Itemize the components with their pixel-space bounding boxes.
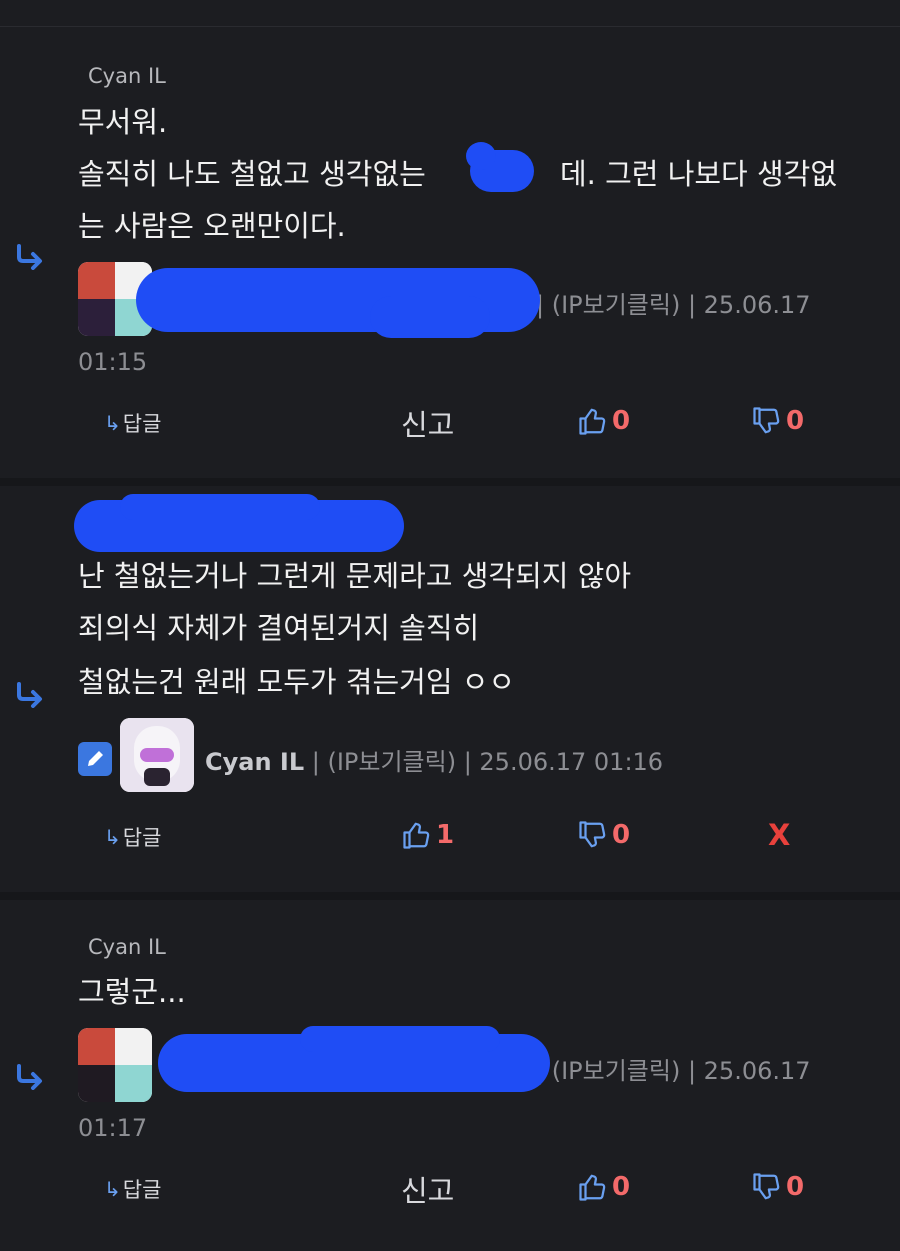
dislike-count: 0 (786, 1172, 805, 1202)
reply-arrow-icon: ↳ (104, 411, 121, 435)
edit-icon[interactable] (78, 742, 112, 776)
comment-line-prefix: 솔직히 나도 철없고 생각없는 (78, 157, 436, 191)
delete-button[interactable]: X (768, 818, 790, 852)
thumbs-down-icon (753, 407, 780, 434)
thumbs-down-icon (579, 821, 606, 848)
like-button[interactable]: 0 (578, 1172, 630, 1202)
thumbs-up-icon (579, 408, 606, 435)
comment-line: 그렇군... (78, 975, 186, 1009)
top-separator (0, 26, 900, 27)
comment-meta: Cyan IL | (IP보기클릭) | 25.06.17 01:16 (205, 748, 664, 776)
dislike-button[interactable]: 0 (752, 406, 804, 436)
report-button[interactable]: 신고 (401, 1168, 454, 1210)
comment-time: 01:15 (78, 348, 148, 376)
like-count: 1 (436, 820, 455, 850)
author-name[interactable]: Cyan IL (205, 748, 304, 776)
thumbs-down-icon (753, 1173, 780, 1200)
dislike-count: 0 (786, 406, 805, 436)
redaction-mark (300, 1026, 500, 1052)
reply-indent-icon (17, 244, 42, 270)
reply-arrow-icon: ↳ (104, 825, 121, 849)
reply-button[interactable]: ↳ 답글 (104, 822, 161, 852)
like-count: 0 (612, 406, 631, 436)
dislike-button[interactable]: 0 (752, 1172, 804, 1202)
comment-divider (0, 892, 900, 900)
reply-indent-icon (17, 1064, 42, 1090)
avatar[interactable] (120, 718, 194, 792)
redaction-mark (466, 142, 496, 170)
thumbs-up-icon (579, 1174, 606, 1201)
like-count: 0 (612, 1172, 631, 1202)
dislike-count: 0 (612, 820, 631, 850)
like-button[interactable]: 0 (578, 406, 630, 436)
thumbs-up-icon (403, 822, 430, 849)
comment-meta: | (IP보기클릭) | 25.06.17 (536, 291, 811, 319)
avatar[interactable] (78, 1028, 152, 1102)
reply-button[interactable]: ↳ 답글 (104, 408, 161, 438)
comment-line-suffix: 데. 그런 나보다 생각없 (560, 157, 837, 191)
comment-line: 는 사람은 오랜만이다. (78, 209, 346, 243)
comment-line: 철없는건 원래 모두가 겪는거임 ㅇㅇ (78, 665, 516, 699)
comment-time: 01:17 (78, 1114, 148, 1142)
comment-line: 무서워. (78, 105, 168, 139)
redaction-mark (370, 296, 490, 338)
mention-target: Cyan IL (88, 64, 166, 88)
mention-target: Cyan IL (88, 935, 166, 959)
reply-indent-icon (17, 682, 42, 708)
redaction-mark (120, 494, 320, 520)
comment-divider (0, 478, 900, 486)
comment-line: 난 철없는거나 그런게 문제라고 생각되지 않아 (78, 559, 632, 593)
like-button[interactable]: 1 (402, 820, 454, 850)
dislike-button[interactable]: 0 (578, 820, 630, 850)
reply-button[interactable]: ↳ 답글 (104, 1174, 161, 1204)
comment-meta: | (IP보기클릭) | 25.06.17 (536, 1057, 811, 1085)
comment-line: 죄의식 자체가 결여된거지 솔직히 (78, 611, 480, 645)
report-button[interactable]: 신고 (401, 402, 454, 444)
reply-arrow-icon: ↳ (104, 1177, 121, 1201)
